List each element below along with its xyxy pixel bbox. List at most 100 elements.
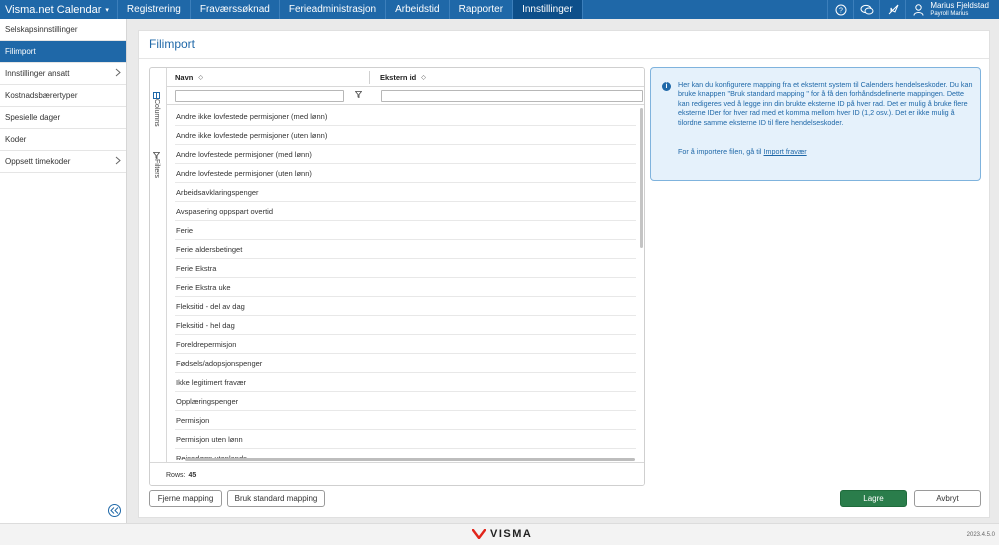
column-header-ekstern-id[interactable]: Ekstern id ◇ [380, 68, 426, 87]
table-row[interactable]: Andre lovfestede permisjoner (uten lønn) [175, 164, 636, 183]
table-row[interactable]: Ferie Ekstra [175, 259, 636, 278]
nav-ferieadministrasjon[interactable]: Ferieadministrasjon [280, 0, 387, 19]
import-fravaer-link[interactable]: Import fravær [764, 147, 807, 156]
navn-cell: Andre lovfestede permisjoner (uten lønn) [176, 168, 312, 178]
remove-mapping-button[interactable]: Fjerne mapping [149, 490, 222, 507]
top-navigation-bar: Visma.net Calendar ▾ Registrering Fravær… [0, 0, 999, 19]
column-resize-handle[interactable] [369, 71, 370, 84]
table-row[interactable]: Fleksitid - del av dag [175, 297, 636, 316]
chevron-right-icon [115, 156, 121, 167]
grid-tool-panel: Columns Filters [150, 68, 167, 485]
navn-cell: Permisjon [176, 415, 210, 425]
chat-icon[interactable] [853, 0, 879, 19]
grid-body: Andre ikke lovfestede permisjoner (med l… [175, 107, 644, 460]
info-box: i Her kan du konfigurere mapping fra et … [650, 67, 981, 181]
filters-tab-label: Filters [153, 159, 160, 179]
user-avatar-icon [913, 3, 924, 16]
sort-icon: ◇ [421, 75, 426, 81]
navn-cell: Andre ikke lovfestede permisjoner (med l… [176, 111, 328, 121]
navn-cell: Permisjon uten lønn [176, 434, 243, 444]
column-header-navn[interactable]: Navn ◇ [175, 68, 203, 87]
sidebar-item-spesielle-dager[interactable]: Spesielle dager [0, 107, 126, 129]
sidebar-item-oppsett-timekoder[interactable]: Oppsett timekoder [0, 151, 126, 173]
table-row[interactable]: Foreldrepermisjon [175, 335, 636, 354]
column-header-label: Navn [175, 73, 194, 82]
info-icon: i [662, 82, 671, 91]
collapse-sidebar-icon[interactable] [108, 504, 121, 517]
filters-tab[interactable]: Filters [153, 152, 160, 178]
use-standard-mapping-button[interactable]: Bruk standard mapping [227, 490, 325, 507]
nav-fravarssoknad[interactable]: Fraværssøknad [191, 0, 280, 19]
user-menu[interactable]: Marius Fjeldstad Payroll Marius [905, 0, 999, 19]
navn-cell: Ferie aldersbetinget [176, 244, 243, 254]
info-text: Her kan du konfigurere mapping fra et ek… [678, 80, 973, 127]
table-row[interactable]: Andre ikke lovfestede permisjoner (med l… [175, 107, 636, 126]
navn-cell: Fødsels/adopsjonspenger [176, 358, 263, 368]
table-row[interactable]: Andre lovfestede permisjoner (med lønn) [175, 145, 636, 164]
navn-cell: Ikke legitimert fravær [176, 377, 247, 387]
sidebar-item-kostnadsbaerertyper[interactable]: Kostnadsbærertyper [0, 85, 126, 107]
sidebar-item-label: Koder [5, 135, 27, 144]
table-row[interactable]: Arbeidsavklaringspenger [175, 183, 636, 202]
table-row[interactable]: Ikke legitimert fravær [175, 373, 636, 392]
horizontal-scrollbar[interactable] [185, 458, 635, 461]
table-row[interactable]: Ferie aldersbetinget [175, 240, 636, 259]
navn-filter-input[interactable] [175, 90, 344, 102]
title-divider [139, 58, 989, 59]
help-icon[interactable]: ? [827, 0, 853, 19]
rocket-icon[interactable] [879, 0, 905, 19]
nav-rapporter[interactable]: Rapporter [450, 0, 514, 19]
navn-cell: Avspasering oppspart overtid [176, 206, 274, 216]
sidebar-item-label: Kostnadsbærertyper [5, 91, 78, 100]
column-header-label: Ekstern id [380, 73, 417, 82]
rows-label: Rows: [166, 471, 186, 479]
vertical-scrollbar[interactable] [640, 108, 643, 248]
sidebar-item-innstillinger-ansatt[interactable]: Innstillinger ansatt [0, 63, 126, 85]
rows-count: 45 [188, 471, 197, 479]
page-title: Filimport [149, 37, 196, 51]
footer: VISMA 2023.4.5.0 [0, 523, 999, 545]
mapping-grid: Columns Filters Navn ◇ Ekstern id ◇ Andr… [149, 67, 645, 486]
sidebar-item-filimport[interactable]: Filimport [0, 41, 126, 63]
navn-cell: Opplæringspenger [176, 396, 239, 406]
filter-row [167, 87, 644, 105]
columns-tab[interactable]: Columns [153, 92, 160, 127]
table-row[interactable]: Permisjon [175, 411, 636, 430]
navn-cell: Ferie [176, 225, 194, 235]
table-row[interactable]: Ferie [175, 221, 636, 240]
import-hint-text: For å importere filen, gå til [678, 147, 762, 156]
user-company: Payroll Marius [930, 10, 969, 17]
table-row[interactable]: Fødsels/adopsjonspenger [175, 354, 636, 373]
nav-arbeidstid[interactable]: Arbeidstid [386, 0, 450, 19]
table-row[interactable]: Opplæringspenger [175, 392, 636, 411]
chevron-down-icon: ▾ [105, 6, 109, 14]
cancel-button[interactable]: Avbryt [914, 490, 981, 507]
app-switcher-button[interactable]: Visma.net Calendar ▾ [0, 0, 118, 19]
sidebar-item-selskapsinnstillinger[interactable]: Selskapsinnstillinger [0, 19, 126, 41]
version-label: 2023.4.5.0 [966, 532, 995, 538]
save-button[interactable]: Lagre [840, 490, 907, 507]
sidebar-item-label: Innstillinger ansatt [5, 69, 70, 78]
columns-tab-label: Columns [153, 99, 160, 127]
navn-cell: Foreldrepermisjon [176, 339, 237, 349]
table-row[interactable]: Permisjon uten lønn [175, 430, 636, 449]
table-row[interactable]: Andre ikke lovfestede permisjoner (uten … [175, 126, 636, 145]
table-row[interactable]: Ferie Ekstra uke [175, 278, 636, 297]
visma-logo-icon [472, 529, 486, 539]
nav-innstillinger[interactable]: Innstillinger [513, 0, 583, 19]
filter-icon[interactable] [354, 91, 363, 100]
sidebar-item-label: Filimport [5, 47, 36, 56]
nav-registrering[interactable]: Registrering [118, 0, 191, 19]
table-row[interactable]: Fleksitid - hel dag [175, 316, 636, 335]
grid-status-bar: Rows: 45 [150, 462, 644, 485]
table-row[interactable]: Avspasering oppspart overtid [175, 202, 636, 221]
main-panel: Filimport Columns Filters Navn ◇ Ekstern… [138, 30, 990, 518]
navn-cell: Fleksitid - hel dag [176, 320, 235, 330]
ekstern-id-filter-input[interactable] [381, 90, 643, 102]
navn-cell: Fleksitid - del av dag [176, 301, 245, 311]
user-name: Marius Fjeldstad [930, 0, 989, 10]
sort-icon: ◇ [198, 75, 203, 81]
sidebar-item-koder[interactable]: Koder [0, 129, 126, 151]
navn-cell: Arbeidsavklaringspenger [176, 187, 259, 197]
navn-cell: Ferie Ekstra uke [176, 282, 231, 292]
